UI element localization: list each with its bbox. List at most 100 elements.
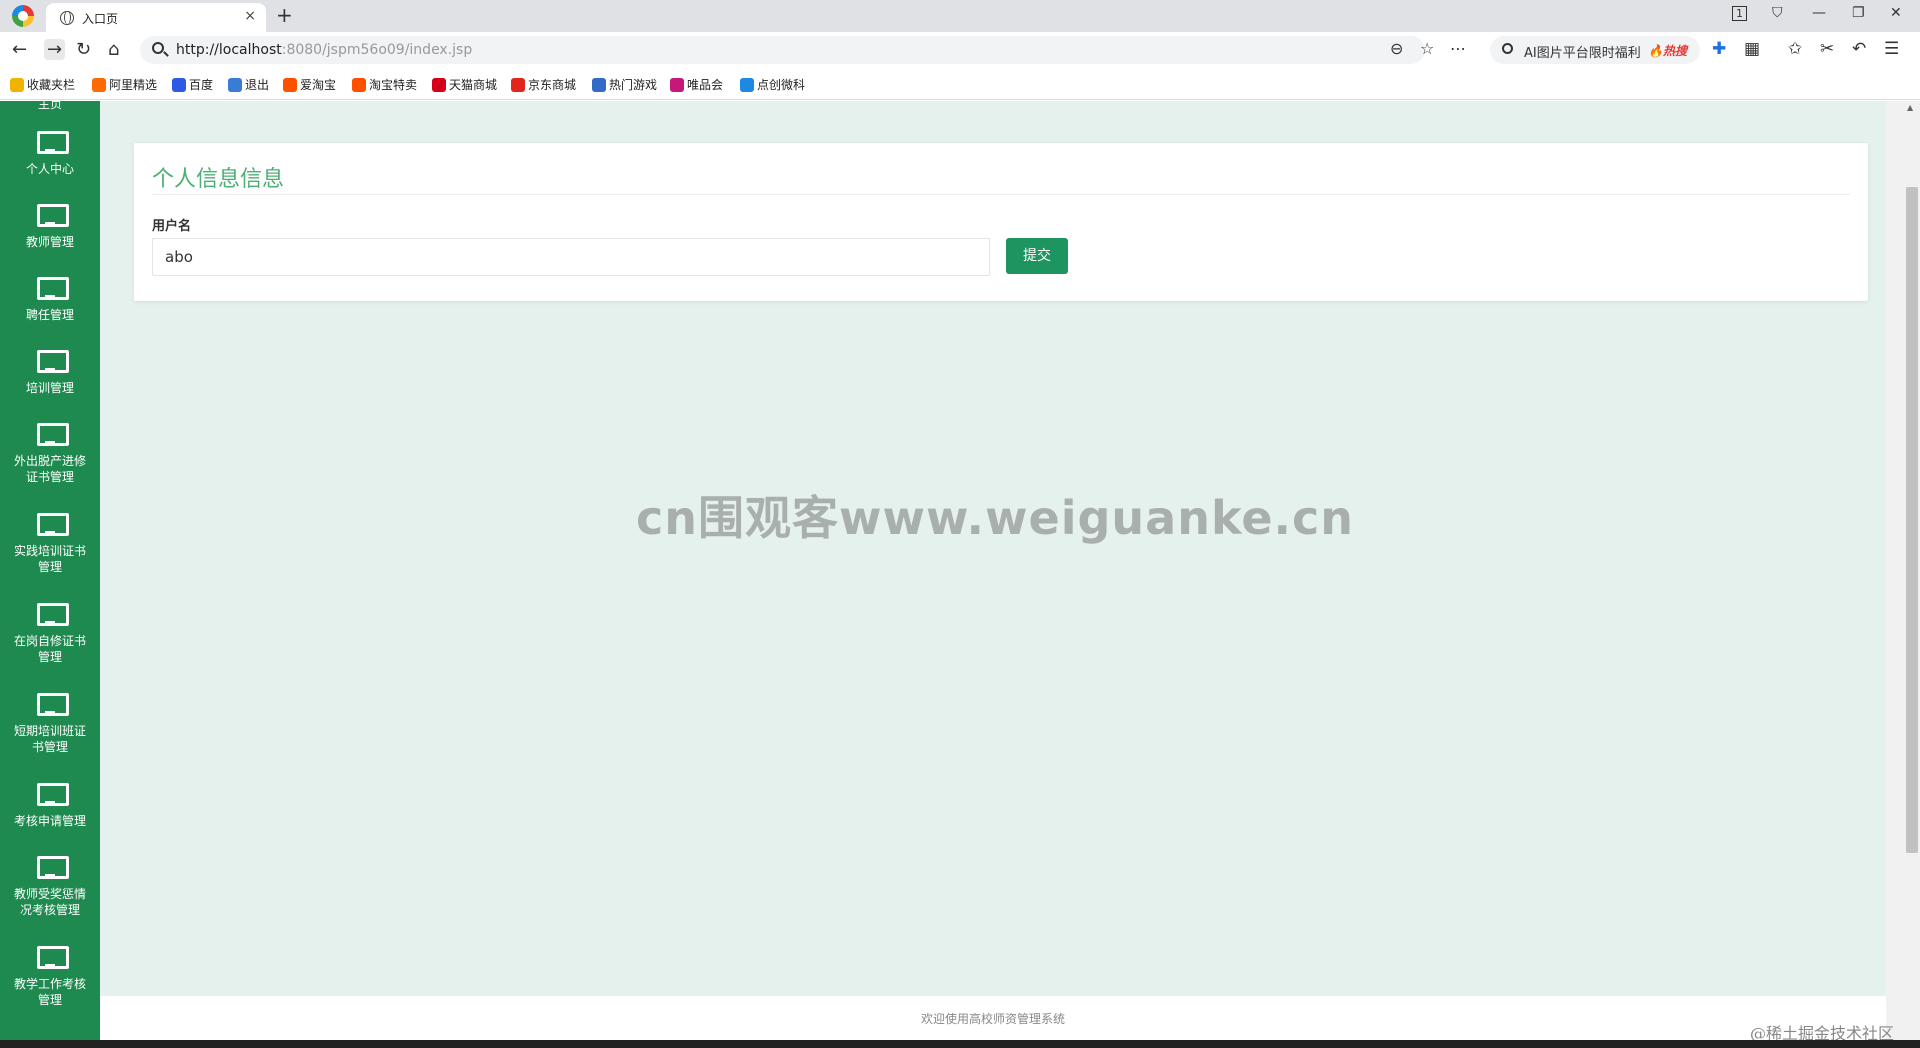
- apps-grid-icon[interactable]: ▦: [1744, 39, 1760, 59]
- page-scrollbar[interactable]: ▲: [1886, 101, 1920, 1040]
- username-input[interactable]: [152, 238, 990, 276]
- collections-icon[interactable]: ⛉: [1772, 5, 1783, 21]
- page-title: 个人信息信息: [152, 167, 285, 192]
- tab-close-icon[interactable]: ×: [244, 8, 256, 24]
- sidebar-item-assessment-apply[interactable]: 考核申请管理: [0, 783, 100, 829]
- new-tab-button[interactable]: +: [276, 3, 293, 27]
- sidebar-item-training[interactable]: 培训管理: [0, 350, 100, 396]
- footer-text: 欢迎使用高校师资管理系统: [920, 1012, 1065, 1026]
- undo-icon[interactable]: ↶: [1852, 39, 1866, 59]
- ai-search-box[interactable]: AI图片平台限时福利 🔥热搜: [1490, 36, 1700, 64]
- bookmark-label: 阿里精选: [109, 78, 158, 92]
- taskbar: [0, 1040, 1920, 1048]
- browser-toolbar: ← → ↻ ⌂ http://localhost:8080/jspm56o09/…: [0, 32, 1920, 68]
- bookmark-label: 唯品会: [687, 78, 724, 92]
- bookmark-label: 点创微科: [757, 78, 806, 92]
- bookmark-item[interactable]: 百度: [172, 76, 213, 93]
- address-bar[interactable]: http://localhost:8080/jspm56o09/index.js…: [140, 36, 1466, 64]
- screenshot-icon[interactable]: ✂: [1820, 39, 1834, 59]
- jd-icon: [511, 78, 525, 92]
- reload-icon[interactable]: ↻: [76, 39, 91, 60]
- monitor-icon: [37, 693, 69, 717]
- bookmark-item[interactable]: 收藏夹栏: [10, 76, 75, 93]
- monitor-icon: [37, 350, 69, 374]
- folder-icon: [10, 78, 24, 92]
- sidebar-item-label: 培训管理: [25, 381, 74, 395]
- browser-logo-icon: [12, 5, 34, 27]
- hot-search-badge: 🔥热搜: [1648, 44, 1687, 58]
- bookmark-item[interactable]: 点创微科: [740, 76, 805, 93]
- bookmark-item[interactable]: 爱淘宝: [283, 76, 336, 93]
- sidebar-item-short-course-cert[interactable]: 短期培训班证书管理: [0, 693, 100, 755]
- bookmark-item[interactable]: 阿里精选: [92, 76, 157, 93]
- bookmark-label: 收藏夹栏: [27, 78, 76, 92]
- sidebar-item-self-study-cert[interactable]: 在岗自修证书管理: [0, 603, 100, 665]
- monitor-icon: [37, 204, 69, 228]
- sidebar-item-label: 外出脱产进修证书管理: [13, 454, 86, 484]
- vip-icon: [670, 78, 684, 92]
- sidebar-item-appointments[interactable]: 聘任管理: [0, 277, 100, 323]
- scroll-thumb[interactable]: [1906, 187, 1918, 853]
- browser-tab-bar: 入口页 × + 1 ⛉ — ❐ ✕: [0, 0, 1920, 32]
- tab-count-icon[interactable]: 1: [1732, 6, 1747, 21]
- bookmark-label: 热门游戏: [609, 78, 658, 92]
- sidebar-item-label: 考核申请管理: [13, 814, 86, 828]
- close-window-button[interactable]: ✕: [1890, 5, 1902, 21]
- home-icon[interactable]: ⌂: [108, 39, 119, 60]
- monitor-icon: [37, 603, 69, 627]
- sidebar-item-profile[interactable]: 个人中心: [0, 131, 100, 177]
- sidebar-item-label: 聘任管理: [25, 308, 74, 322]
- sidebar-item-teaching-assessment[interactable]: 教学工作考核管理: [0, 946, 100, 1008]
- sidebar-item-label: 教师受奖惩情况考核管理: [13, 887, 86, 917]
- profile-form-panel: 个人信息信息 用户名 提交: [134, 143, 1868, 301]
- url-text[interactable]: http://localhost:8080/jspm56o09/index.js…: [176, 42, 472, 58]
- menu-icon[interactable]: ☰: [1884, 39, 1899, 59]
- monitor-icon: [37, 856, 69, 880]
- scroll-up-icon[interactable]: ▲: [1907, 103, 1913, 112]
- sidebar-item-home-cut[interactable]: 主页: [38, 101, 62, 112]
- ali-icon: [92, 78, 106, 92]
- bookmark-label: 京东商城: [528, 78, 577, 92]
- sidebar-item-label: 教师管理: [25, 235, 74, 249]
- taobao-icon: [352, 78, 366, 92]
- globe-icon: [60, 11, 74, 25]
- bookmark-item[interactable]: 淘宝特卖: [352, 76, 417, 93]
- search-icon: [152, 42, 164, 54]
- browser-tab[interactable]: 入口页 ×: [46, 3, 266, 32]
- sidebar-item-label: 个人中心: [25, 162, 74, 176]
- submit-button[interactable]: 提交: [1006, 238, 1068, 274]
- tmall-icon: [432, 78, 446, 92]
- puzzle-extension-icon[interactable]: ✚: [1712, 39, 1726, 59]
- game-icon: [592, 78, 606, 92]
- monitor-icon: [37, 423, 69, 447]
- sidebar-item-teachers[interactable]: 教师管理: [0, 204, 100, 250]
- sidebar-item-offsite-cert[interactable]: 外出脱产进修证书管理: [0, 423, 100, 485]
- forward-arrow-icon[interactable]: →: [44, 39, 66, 60]
- more-icon[interactable]: ⋯: [1450, 39, 1466, 58]
- sidebar-item-awards-assessment[interactable]: 教师受奖惩情况考核管理: [0, 856, 100, 918]
- bookmark-item[interactable]: 京东商城: [511, 76, 576, 93]
- tab-title: 入口页: [82, 12, 119, 26]
- bookmark-label: 百度: [189, 78, 214, 92]
- username-label: 用户名: [152, 219, 192, 234]
- bookmark-item[interactable]: 天猫商城: [432, 76, 497, 93]
- favorites-icon[interactable]: ✩: [1788, 39, 1802, 59]
- zoom-icon[interactable]: ⊖: [1390, 39, 1403, 58]
- bookmark-item[interactable]: 退出: [228, 76, 269, 93]
- back-arrow-icon[interactable]: ←: [12, 39, 27, 60]
- search-icon: [1502, 43, 1513, 54]
- bookmark-label: 天猫商城: [449, 78, 498, 92]
- monitor-icon: [37, 131, 69, 155]
- sidebar-item-practice-cert[interactable]: 实践培训证书管理: [0, 513, 100, 575]
- sidebar-item-label: 短期培训班证书管理: [13, 724, 86, 754]
- ai-search-label: AI图片平台限时福利: [1524, 46, 1641, 61]
- bookmark-item[interactable]: 唯品会: [670, 76, 723, 93]
- baidu-icon: [172, 78, 186, 92]
- monitor-icon: [37, 277, 69, 301]
- sidebar: 主页 个人中心 教师管理 聘任管理 培训管理 外出脱产进修证书管理 实践培训证书…: [0, 101, 100, 1048]
- star-icon[interactable]: ☆: [1420, 39, 1434, 58]
- minimize-button[interactable]: —: [1812, 5, 1826, 21]
- bookmark-item[interactable]: 热门游戏: [592, 76, 657, 93]
- restore-button[interactable]: ❐: [1852, 5, 1865, 21]
- bookmark-label: 淘宝特卖: [369, 78, 418, 92]
